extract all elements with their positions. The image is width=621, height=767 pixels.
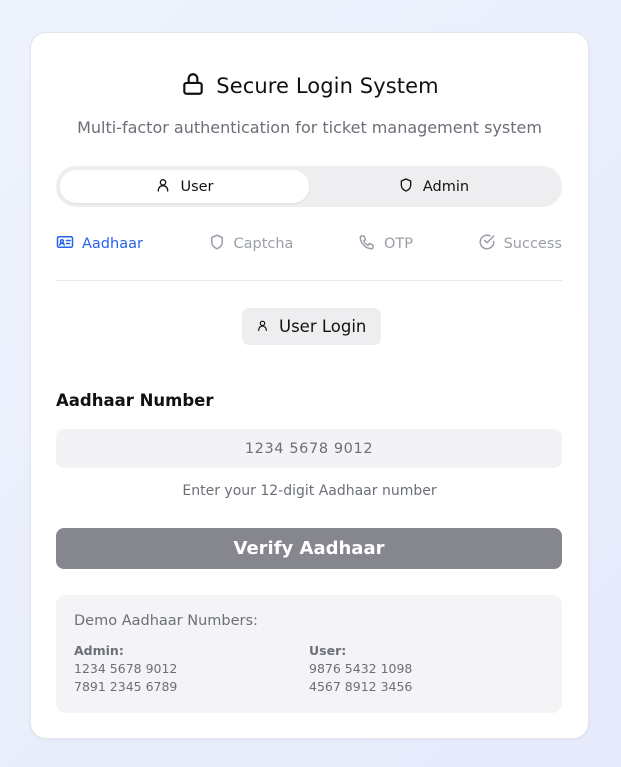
step-aadhaar: Aadhaar [56, 233, 143, 255]
id-card-icon [56, 233, 74, 255]
divider [56, 280, 562, 281]
mode-badge-label: User Login [279, 317, 367, 336]
title-row: Secure Login System [31, 71, 588, 101]
page-subtitle: Multi-factor authentication for ticket m… [77, 118, 542, 137]
step-otp: OTP [358, 233, 413, 255]
login-card: Secure Login System Multi-factor authent… [30, 32, 589, 739]
demo-admin-column: Admin: 1234 5678 9012 7891 2345 6789 [74, 642, 309, 696]
demo-user-heading: User: [309, 643, 347, 658]
lock-icon [180, 71, 206, 101]
shield-icon [208, 233, 226, 255]
tab-user[interactable]: User [60, 170, 309, 203]
step-captcha: Captcha [208, 233, 294, 255]
tab-user-label: User [180, 178, 214, 195]
aadhaar-hint: Enter your 12-digit Aadhaar number [182, 483, 437, 499]
aadhaar-input[interactable] [56, 429, 562, 468]
step-otp-label: OTP [384, 236, 414, 252]
aadhaar-field-label: Aadhaar Number [56, 391, 214, 410]
step-aadhaar-label: Aadhaar [82, 236, 143, 252]
phone-icon [358, 233, 376, 255]
tab-admin-label: Admin [422, 178, 470, 195]
tab-admin[interactable]: Admin [309, 170, 558, 203]
demo-user-number: 4567 8912 3456 [309, 679, 413, 694]
role-toggle: User Admin [56, 166, 562, 207]
verify-aadhaar-button[interactable]: Verify Aadhaar [56, 528, 562, 569]
demo-admin-heading: Admin: [74, 643, 124, 658]
user-icon [155, 177, 171, 197]
step-captcha-label: Captcha [233, 236, 294, 252]
step-success: Success [478, 233, 562, 255]
demo-admin-number: 7891 2345 6789 [74, 679, 178, 694]
page-title: Secure Login System [216, 74, 439, 98]
mode-badge: User Login [242, 308, 382, 345]
demo-user-column: User: 9876 5432 1098 4567 8912 3456 [309, 642, 544, 696]
demo-title: Demo Aadhaar Numbers: [74, 613, 258, 629]
step-success-label: Success [503, 236, 562, 252]
demo-user-number: 9876 5432 1098 [309, 661, 413, 676]
demo-admin-number: 1234 5678 9012 [74, 661, 178, 676]
shield-icon [398, 177, 414, 197]
user-icon [256, 317, 269, 336]
demo-numbers-panel: Demo Aadhaar Numbers: Admin: 1234 5678 9… [56, 595, 562, 713]
check-circle-icon [478, 233, 496, 255]
demo-columns: Admin: 1234 5678 9012 7891 2345 6789 Use… [74, 642, 544, 696]
progress-steps: Aadhaar Captcha OTP Success [56, 232, 562, 256]
